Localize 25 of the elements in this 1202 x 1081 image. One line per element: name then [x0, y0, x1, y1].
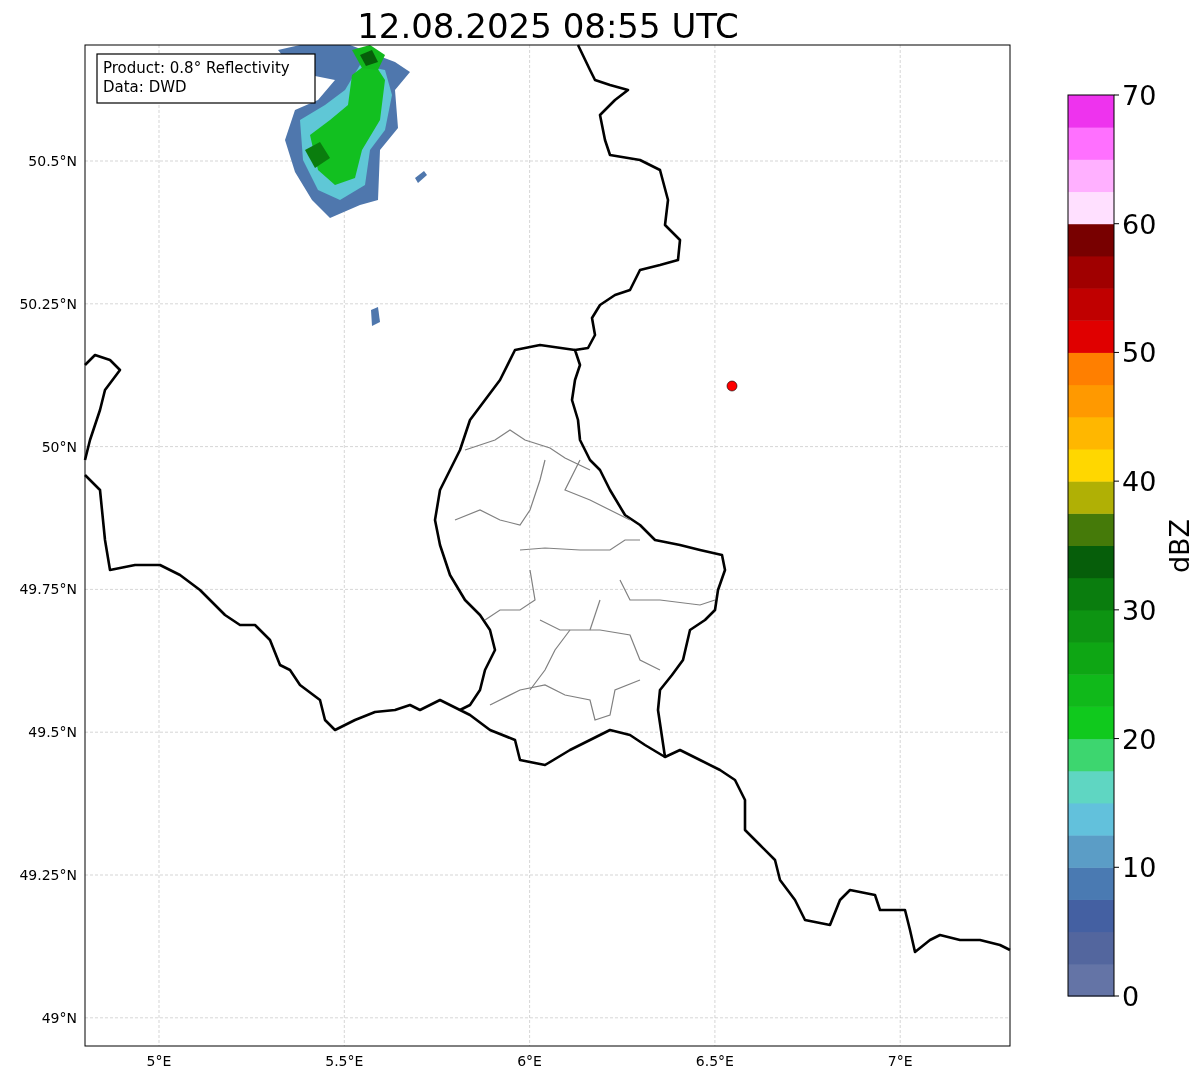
- colorbar-tick-label: 60: [1122, 208, 1157, 240]
- colorbar-tick-label: 40: [1122, 466, 1157, 498]
- longitude-label: 6.5°E: [695, 1053, 734, 1069]
- colorbar-label: dBZ: [1164, 518, 1195, 574]
- latitude-label: 50.25°N: [19, 295, 77, 312]
- colorbar-tick-label: 30: [1122, 594, 1157, 626]
- latitude-label: 50.5°N: [28, 153, 77, 169]
- chart-title: 12.08.2025 08:55 UTC: [357, 6, 739, 46]
- colorbar-tick-label: 70: [1122, 80, 1157, 111]
- longitude-label: 7°E: [887, 1053, 913, 1069]
- info-text: Data: DWD: [103, 78, 187, 96]
- longitude-label: 5.5°E: [325, 1053, 364, 1069]
- latitude-label: 49.25°N: [19, 867, 77, 883]
- latitude-label: 49.5°N: [28, 724, 77, 741]
- colorbar-tick-label: 20: [1122, 723, 1157, 755]
- latitude-label: 49°N: [41, 1009, 77, 1026]
- colorbar-tick-label: 10: [1122, 852, 1157, 884]
- radar-site-marker: [726, 380, 738, 392]
- colorbar-tick-label: 50: [1122, 337, 1157, 369]
- latitude-label: 50°N: [41, 438, 77, 455]
- colorbar-tick-label: 0: [1122, 981, 1140, 1012]
- longitude-label: 6°E: [517, 1053, 542, 1069]
- latitude-label: 49.75°N: [19, 581, 77, 598]
- info-text: Product: 0.8° Reflectivity: [103, 59, 290, 77]
- longitude-label: 5°E: [146, 1053, 172, 1069]
